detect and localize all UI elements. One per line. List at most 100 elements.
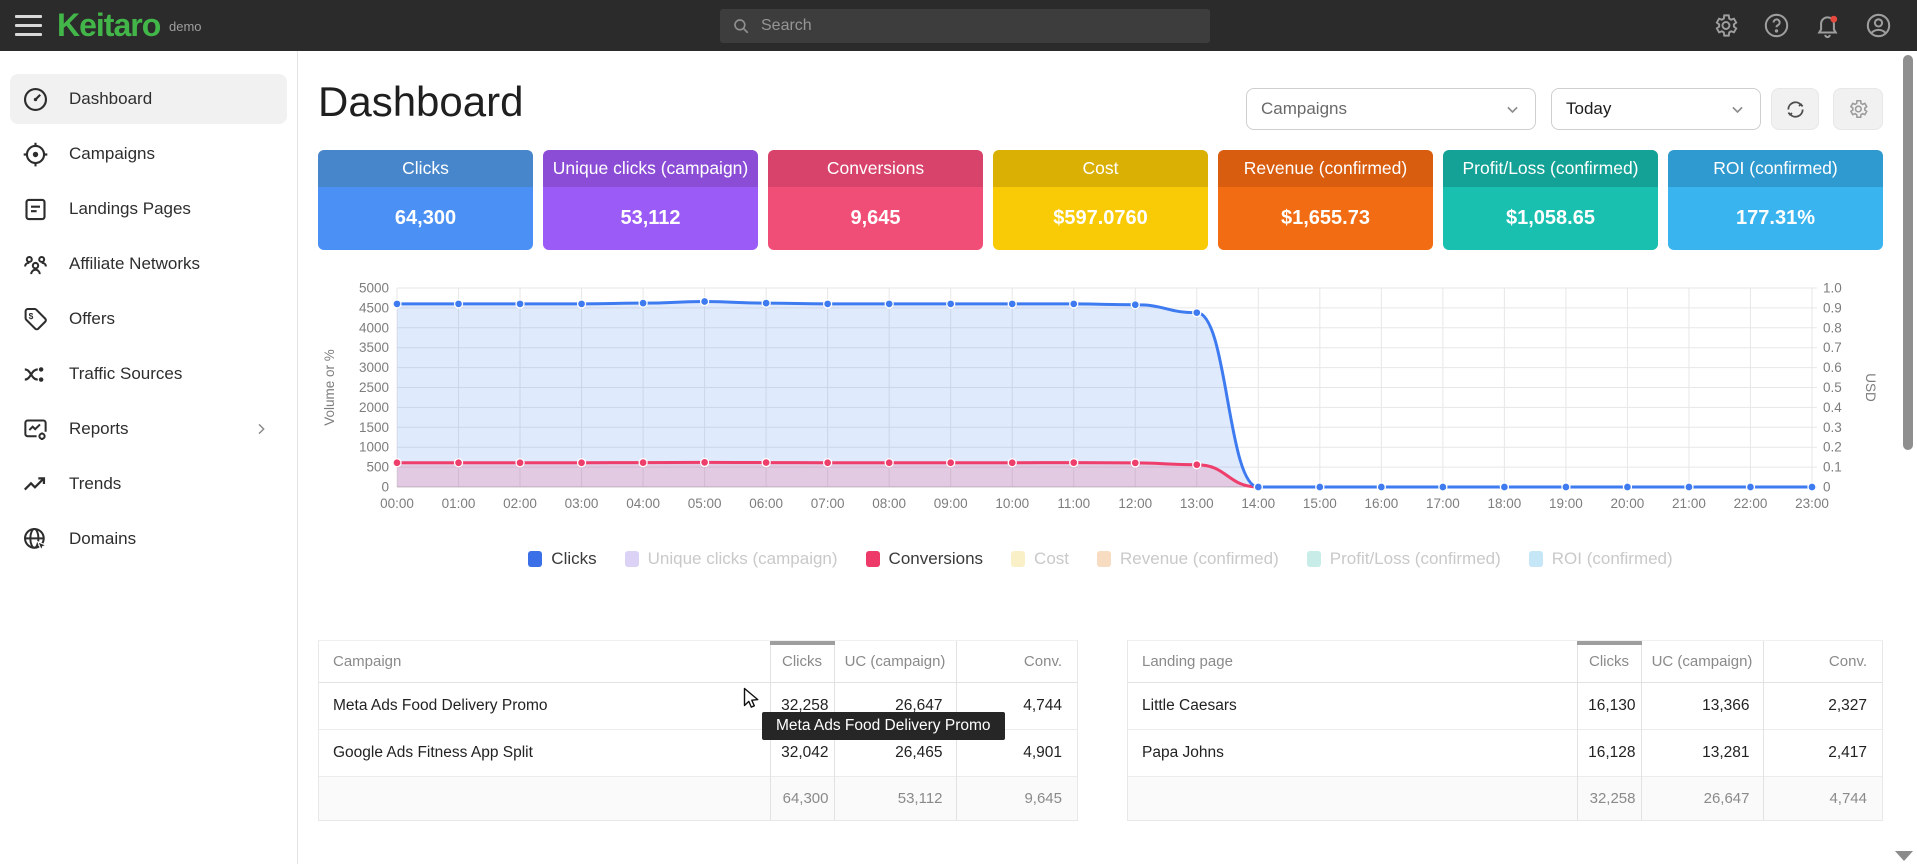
chevron-right-icon [253, 421, 269, 437]
sidebar-item-traffic-sources[interactable]: Traffic Sources [10, 349, 287, 399]
stat-card-label: Clicks [318, 150, 533, 187]
svg-text:00:00: 00:00 [380, 496, 414, 511]
svg-text:0.9: 0.9 [1823, 300, 1842, 315]
landings-icon [22, 196, 49, 223]
table-row[interactable]: Papa Johns 16,128 13,281 2,417 [1128, 729, 1882, 776]
sidebar-item-offers[interactable]: $ Offers [10, 294, 287, 344]
date-range-value: Today [1566, 99, 1611, 119]
sidebar-item-reports[interactable]: Reports [10, 404, 287, 454]
legend-item[interactable]: Revenue (confirmed) [1097, 549, 1279, 569]
stat-card-clicks[interactable]: Clicks 64,300 [318, 150, 533, 250]
group-by-select[interactable]: Campaigns [1246, 88, 1536, 130]
svg-text:15:00: 15:00 [1303, 496, 1337, 511]
landing-conv: 2,327 [1763, 682, 1882, 729]
scroll-down-arrow-icon[interactable] [1895, 851, 1913, 861]
svg-text:01:00: 01:00 [442, 496, 476, 511]
refresh-button[interactable] [1771, 88, 1819, 130]
column-header-uc[interactable]: UC (campaign) [834, 641, 956, 682]
svg-text:3000: 3000 [359, 360, 389, 375]
svg-text:10:00: 10:00 [995, 496, 1029, 511]
sidebar-item-label: Affiliate Networks [69, 254, 200, 274]
date-range-select[interactable]: Today [1551, 88, 1761, 130]
legend-item[interactable]: Cost [1011, 549, 1069, 569]
metrics-area-chart[interactable]: 00:0001:0002:0003:0004:0005:0006:0007:00… [318, 280, 1883, 530]
column-header-conv[interactable]: Conv. [1763, 641, 1882, 682]
search-box[interactable] [720, 9, 1210, 43]
sidebar-item-label: Domains [69, 529, 136, 549]
legend-swatch [1011, 551, 1025, 567]
legend-item[interactable]: Profit/Loss (confirmed) [1307, 549, 1501, 569]
svg-text:03:00: 03:00 [565, 496, 599, 511]
legend-item[interactable]: Unique clicks (campaign) [625, 549, 838, 569]
column-header-landing-page[interactable]: Landing page [1128, 641, 1577, 682]
search-input[interactable] [761, 17, 1198, 35]
settings-icon[interactable] [1712, 12, 1739, 39]
legend-swatch [1307, 551, 1321, 567]
legend-swatch [1097, 551, 1111, 567]
svg-text:4000: 4000 [359, 320, 389, 335]
legend-label: Unique clicks (campaign) [648, 549, 838, 569]
notifications-bell-icon[interactable] [1814, 12, 1841, 39]
sidebar-item-trends[interactable]: Trends [10, 459, 287, 509]
table-row[interactable]: Little Caesars 16,130 13,366 2,327 [1128, 682, 1882, 729]
row-tooltip: Meta Ads Food Delivery Promo [762, 712, 1005, 740]
stat-card-roi[interactable]: ROI (confirmed) 177.31% [1668, 150, 1883, 250]
legend-swatch [625, 551, 639, 567]
stat-cards-row: Clicks 64,300 Unique clicks (campaign) 5… [318, 150, 1883, 250]
totals-clicks: 32,258 [1577, 776, 1641, 820]
column-header-conv[interactable]: Conv. [956, 641, 1077, 682]
stat-card-value: 9,645 [768, 187, 983, 250]
svg-text:0: 0 [381, 480, 389, 495]
svg-text:1.0: 1.0 [1823, 281, 1842, 296]
svg-text:04:00: 04:00 [626, 496, 660, 511]
gear-icon [1847, 98, 1869, 120]
stat-card-profit-loss[interactable]: Profit/Loss (confirmed) $1,058.65 [1443, 150, 1658, 250]
stat-card-cost[interactable]: Cost $597.0760 [993, 150, 1208, 250]
table-totals-row: 32,258 26,647 4,744 [1128, 776, 1882, 820]
legend-swatch [1529, 551, 1543, 567]
sidebar-item-label: Trends [69, 474, 121, 494]
svg-text:0.1: 0.1 [1823, 460, 1842, 475]
stat-card-revenue[interactable]: Revenue (confirmed) $1,655.73 [1218, 150, 1433, 250]
svg-text:13:00: 13:00 [1180, 496, 1214, 511]
campaigns-icon [22, 141, 49, 168]
keitaro-dashboard-page: Keitaro demo Dashboard [0, 0, 1917, 864]
totals-uc: 53,112 [834, 776, 956, 820]
topbar-icons [1712, 0, 1892, 51]
user-avatar-icon[interactable] [1865, 12, 1892, 39]
svg-text:22:00: 22:00 [1734, 496, 1768, 511]
sidebar-item-domains[interactable]: Domains [10, 514, 287, 564]
svg-text:0.4: 0.4 [1823, 400, 1842, 415]
sidebar-item-label: Reports [69, 419, 129, 439]
mouse-cursor-icon [740, 687, 762, 711]
sidebar-item-label: Campaigns [69, 144, 155, 164]
legend-item[interactable]: Conversions [866, 549, 984, 569]
svg-text:09:00: 09:00 [934, 496, 968, 511]
scrollbar-thumb[interactable] [1903, 55, 1913, 450]
svg-text:0.8: 0.8 [1823, 320, 1842, 335]
column-header-campaign[interactable]: Campaign [319, 641, 770, 682]
column-header-uc[interactable]: UC (campaign) [1641, 641, 1763, 682]
legend-item[interactable]: Clicks [528, 549, 596, 569]
svg-text:0.2: 0.2 [1823, 440, 1842, 455]
stat-card-unique-clicks[interactable]: Unique clicks (campaign) 53,112 [543, 150, 758, 250]
brand-logo[interactable]: Keitaro [57, 7, 160, 44]
legend-item[interactable]: ROI (confirmed) [1529, 549, 1673, 569]
column-header-clicks-sorted[interactable]: Clicks [1577, 641, 1641, 682]
sidebar-item-dashboard[interactable]: Dashboard [10, 74, 287, 124]
svg-text:06:00: 06:00 [749, 496, 783, 511]
stat-card-conversions[interactable]: Conversions 9,645 [768, 150, 983, 250]
domains-icon [22, 526, 49, 553]
sidebar-item-campaigns[interactable]: Campaigns [10, 129, 287, 179]
campaign-name: Meta Ads Food Delivery Promo [319, 682, 770, 729]
help-icon[interactable] [1763, 12, 1790, 39]
svg-text:2500: 2500 [359, 380, 389, 395]
hamburger-menu-icon[interactable] [15, 12, 45, 39]
svg-text:21:00: 21:00 [1672, 496, 1706, 511]
brand-badge: demo [169, 19, 202, 34]
dashboard-settings-button[interactable] [1833, 88, 1883, 130]
column-header-clicks-sorted[interactable]: Clicks [770, 641, 834, 682]
sidebar-item-affiliate-networks[interactable]: Affiliate Networks [10, 239, 287, 289]
sidebar-item-landings-pages[interactable]: Landings Pages [10, 184, 287, 234]
table-header-row: Landing page Clicks UC (campaign) Conv. [1128, 641, 1882, 682]
